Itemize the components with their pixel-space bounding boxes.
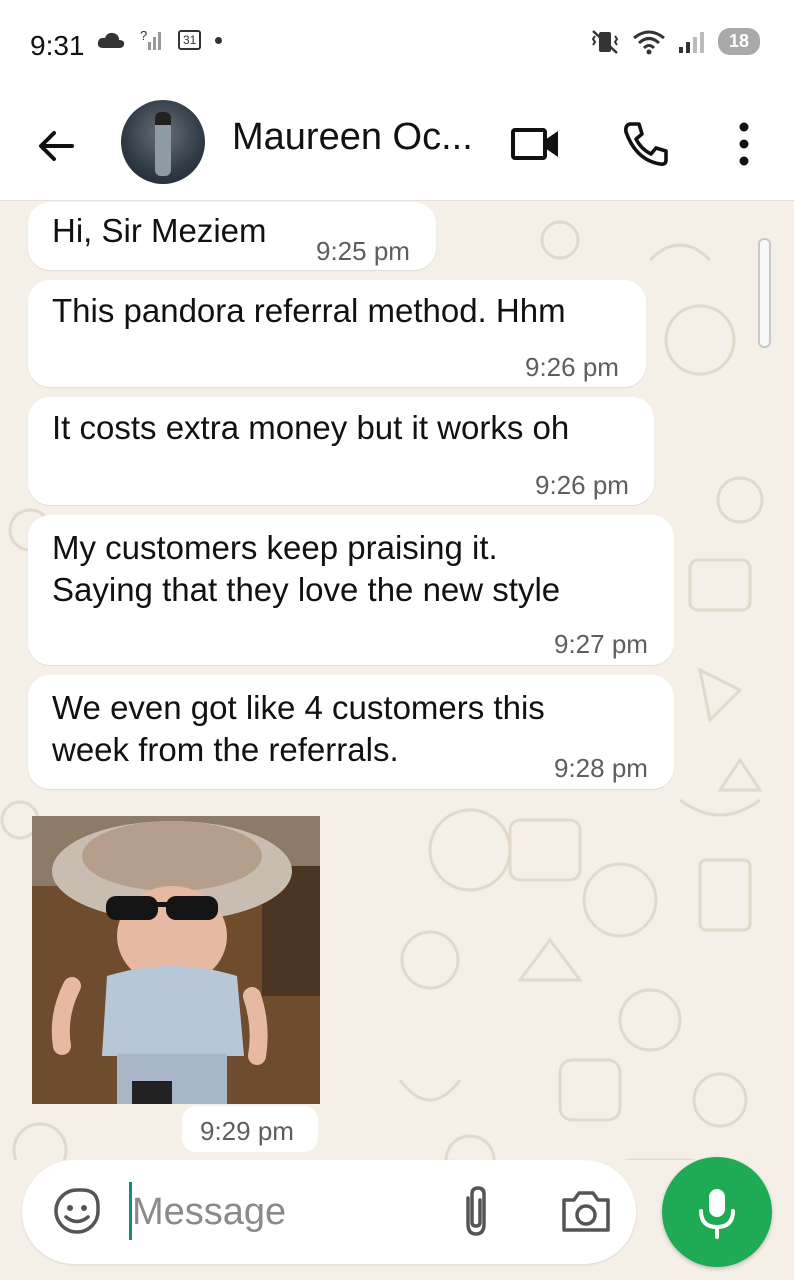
calendar-icon: 31 <box>178 30 202 50</box>
message-bubble[interactable]: It costs extra money but it works oh 9:2… <box>28 397 654 505</box>
svg-text:?: ? <box>140 28 147 43</box>
message-text: Saying that they love the new style <box>52 571 561 608</box>
message-time: 9:25 pm <box>316 236 410 266</box>
status-time: 9:31 <box>30 30 85 61</box>
no-signal-icon: ? <box>140 28 161 50</box>
video-call-icon[interactable] <box>510 118 562 170</box>
message-time: 9:27 pm <box>554 629 648 659</box>
message-bubble[interactable]: We even got like 4 customers this week f… <box>28 675 674 789</box>
message-bubble[interactable]: This pandora referral method. Hhm 9:26 p… <box>28 280 646 387</box>
camera-icon[interactable] <box>558 1184 614 1240</box>
message-composer <box>22 1160 636 1264</box>
message-time: 9:29 pm <box>200 1116 294 1146</box>
message-input[interactable] <box>130 1182 434 1242</box>
phone-icon[interactable] <box>620 118 672 170</box>
chat-header: Maureen Oc... <box>0 92 794 201</box>
message-text: We even got like 4 customers this <box>52 689 545 726</box>
wifi-icon <box>633 30 665 54</box>
message-time: 9:28 pm <box>554 753 648 783</box>
emoji-sticker-icon[interactable] <box>52 1186 102 1236</box>
notification-dot <box>215 36 223 44</box>
contact-name[interactable]: Maureen Oc... <box>232 116 473 159</box>
signal-icon <box>679 31 704 53</box>
message-bubble[interactable]: Hi, Sir Meziem 9:25 pm <box>28 202 436 270</box>
message-time: 9:26 pm <box>535 470 629 500</box>
message-text: Hi, Sir Meziem <box>52 212 267 249</box>
avatar[interactable] <box>121 100 205 184</box>
cloud-icon <box>97 32 125 48</box>
scrollbar[interactable] <box>758 238 771 348</box>
status-bar: 9:31 ? 31 18 <box>0 0 794 92</box>
message-text: It costs extra money but it works oh <box>52 409 570 446</box>
mic-icon <box>699 1189 735 1239</box>
mic-button[interactable] <box>662 1157 772 1267</box>
photo-time-pill: 9:29 pm <box>182 1106 318 1152</box>
message-text: week from the referrals. <box>52 731 399 768</box>
message-time: 9:26 pm <box>525 352 619 382</box>
vibrate-icon <box>591 29 619 54</box>
message-bubble[interactable]: My customers keep praising it. Saying th… <box>28 515 674 665</box>
battery-icon: 18 <box>718 28 760 55</box>
attach-icon[interactable] <box>450 1184 502 1240</box>
more-vert-icon[interactable] <box>718 118 770 170</box>
photo-message[interactable] <box>32 816 320 1104</box>
back-arrow-icon[interactable] <box>32 122 80 170</box>
baby-photo-image <box>32 816 320 1104</box>
message-text: This pandora referral method. Hhm <box>52 292 566 329</box>
message-text: My customers keep praising it. <box>52 529 498 566</box>
